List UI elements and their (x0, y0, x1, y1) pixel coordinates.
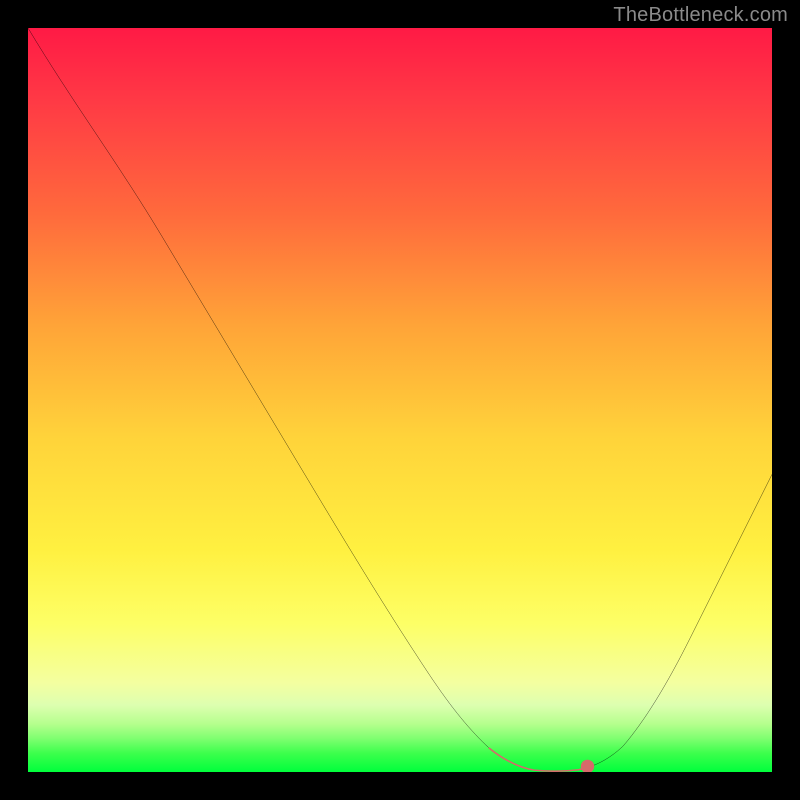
marker-dot (581, 760, 594, 772)
bottleneck-curve (28, 28, 772, 771)
plot-area (28, 28, 772, 772)
curve-svg (28, 28, 772, 772)
chart-stage: TheBottleneck.com (0, 0, 800, 800)
optimal-range-band (489, 748, 587, 771)
watermark-text: TheBottleneck.com (613, 4, 788, 27)
